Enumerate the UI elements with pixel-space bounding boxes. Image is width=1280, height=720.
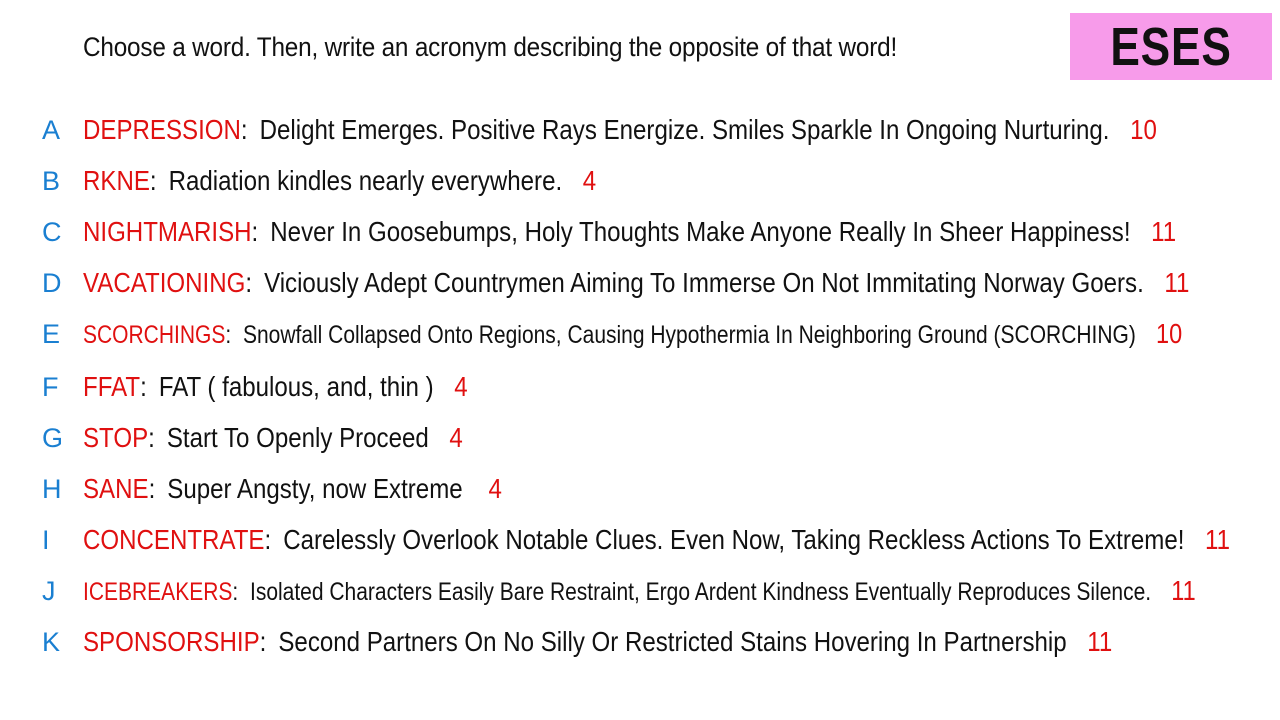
entry-acronym: Start To Openly Proceed: [166, 422, 429, 453]
entry-letter: D: [42, 267, 62, 298]
entry-word: RKNE: [83, 165, 150, 196]
entry-score: 4: [449, 422, 463, 453]
entry-score: 11: [1171, 575, 1196, 606]
entry-acronym: Super Angsty, now Extreme: [167, 473, 463, 504]
entries-list: A DEPRESSION: Delight Emerges. Positive …: [42, 114, 1231, 657]
entry-letter: E: [42, 318, 61, 349]
entry-letter: H: [42, 473, 62, 504]
entry-score: 4: [454, 371, 468, 402]
entry-acronym: FAT ( fabulous, and, thin ): [158, 371, 434, 402]
entry-acronym: Never In Goosebumps, Holy Thoughts Make …: [270, 216, 1131, 247]
entry-letter: A: [42, 114, 61, 145]
entry-word: STOP: [83, 422, 149, 453]
entry-word: SANE: [83, 473, 149, 504]
entry-letter: J: [42, 575, 56, 606]
entry-word: DEPRESSION: [83, 114, 241, 145]
entry-score: 10: [1156, 318, 1183, 349]
entry-word: NIGHTMARISH: [83, 216, 252, 247]
entry-letter: C: [42, 216, 62, 247]
entry-letter: F: [42, 371, 59, 402]
entry-word: SPONSORSHIP: [83, 626, 260, 657]
entry-acronym: Isolated Characters Easily Bare Restrain…: [249, 578, 1152, 606]
entry-word: CONCENTRATE: [83, 524, 265, 555]
entry-score: 11: [1087, 626, 1113, 657]
entry-acronym: Second Partners On No Silly Or Restricte…: [278, 626, 1067, 657]
entry-acronym: Radiation kindles nearly everywhere.: [168, 165, 563, 196]
entry-acronym: Carelessly Overlook Notable Clues. Even …: [283, 524, 1185, 555]
entry-acronym: Snowfall Collapsed Onto Regions, Causing…: [242, 321, 1136, 349]
entry-letter: B: [42, 165, 61, 196]
entry-score: 11: [1205, 524, 1231, 555]
entry-score: 11: [1164, 267, 1190, 298]
entry-word: VACATIONING: [83, 267, 246, 298]
entry-letter: G: [42, 422, 64, 453]
entry-score: 4: [582, 165, 597, 196]
entry-letter: I: [42, 524, 50, 555]
entry-word: ICEBREAKERS: [83, 578, 233, 606]
entry-word: FFAT: [83, 371, 141, 402]
entry-score: 10: [1130, 114, 1157, 145]
entry-letter: K: [42, 626, 61, 657]
entry-word: SCORCHINGS: [83, 321, 226, 349]
entry-score: 11: [1151, 216, 1177, 247]
entry-acronym: Viciously Adept Countrymen Aiming To Imm…: [264, 267, 1144, 298]
entry-score: 4: [488, 473, 502, 504]
entry-acronym: Delight Emerges. Positive Rays Energize.…: [259, 114, 1110, 145]
